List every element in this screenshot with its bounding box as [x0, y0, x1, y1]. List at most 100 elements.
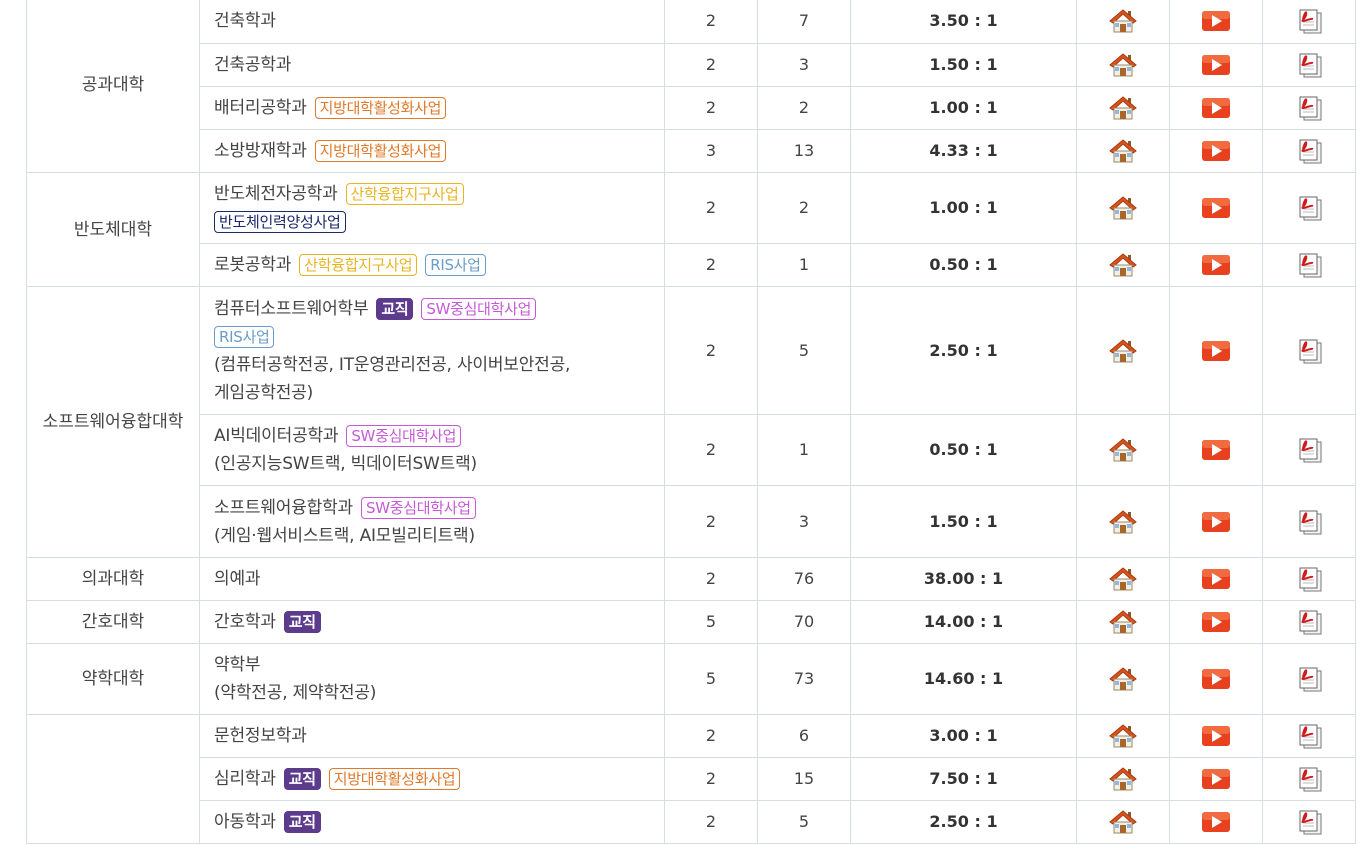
home-icon[interactable]: [1109, 8, 1137, 32]
video-link[interactable]: [1169, 414, 1263, 486]
home-link[interactable]: [1076, 86, 1170, 130]
pdf-link[interactable]: [1262, 172, 1356, 244]
home-link[interactable]: [1076, 485, 1170, 558]
home-icon[interactable]: [1109, 139, 1137, 163]
pdf-document-icon[interactable]: [1295, 9, 1323, 33]
pdf-document-icon[interactable]: [1295, 767, 1323, 792]
video-link[interactable]: [1169, 800, 1263, 844]
home-link[interactable]: [1076, 243, 1170, 287]
home-link[interactable]: [1076, 414, 1170, 486]
play-video-icon[interactable]: [1201, 198, 1231, 218]
video-link[interactable]: [1169, 757, 1263, 801]
pdf-document-icon[interactable]: [1295, 253, 1323, 278]
home-link[interactable]: [1076, 0, 1170, 44]
home-link[interactable]: [1076, 557, 1170, 601]
pdf-link[interactable]: [1262, 86, 1356, 130]
home-link[interactable]: [1076, 129, 1170, 173]
play-video-icon[interactable]: [1201, 255, 1231, 275]
video-link[interactable]: [1169, 643, 1263, 715]
pdf-link[interactable]: [1262, 800, 1356, 844]
home-link[interactable]: [1076, 800, 1170, 844]
competition-ratio: 2.50 : 1: [850, 800, 1077, 844]
home-icon[interactable]: [1109, 767, 1137, 791]
pdf-document-icon[interactable]: [1295, 339, 1323, 363]
applicants-value: 2: [757, 86, 851, 130]
pdf-document-icon[interactable]: [1295, 438, 1323, 463]
pdf-link[interactable]: [1262, 129, 1356, 173]
pdf-document-icon[interactable]: [1295, 139, 1323, 164]
video-link[interactable]: [1169, 557, 1263, 601]
pdf-document-icon[interactable]: [1295, 724, 1323, 749]
pdf-document-icon[interactable]: [1295, 196, 1323, 221]
home-link[interactable]: [1076, 172, 1170, 244]
play-video-icon[interactable]: [1201, 10, 1231, 31]
pdf-link[interactable]: [1262, 643, 1356, 715]
video-link[interactable]: [1169, 243, 1263, 287]
home-link[interactable]: [1076, 286, 1170, 415]
pdf-document-icon[interactable]: [1295, 96, 1323, 121]
pdf-link[interactable]: [1262, 600, 1356, 644]
home-link[interactable]: [1076, 600, 1170, 644]
play-video-icon[interactable]: [1201, 769, 1231, 789]
pdf-link[interactable]: [1262, 0, 1356, 44]
pdf-document-icon[interactable]: [1295, 667, 1323, 692]
video-link[interactable]: [1169, 0, 1263, 44]
video-link[interactable]: [1169, 86, 1263, 130]
video-link[interactable]: [1169, 600, 1263, 644]
home-link[interactable]: [1076, 643, 1170, 715]
pdf-link[interactable]: [1262, 557, 1356, 601]
program-badge: 산학융합지구사업: [345, 183, 464, 205]
play-video-icon[interactable]: [1201, 669, 1231, 689]
home-link[interactable]: [1076, 714, 1170, 758]
competition-ratio: 2.50 : 1: [850, 286, 1077, 415]
play-video-icon[interactable]: [1201, 340, 1231, 361]
department-name: AI빅데이터공학과: [214, 426, 339, 446]
video-link[interactable]: [1169, 485, 1263, 558]
play-video-icon[interactable]: [1201, 569, 1231, 589]
home-icon[interactable]: [1109, 438, 1137, 462]
pdf-link[interactable]: [1262, 414, 1356, 486]
play-video-icon[interactable]: [1201, 141, 1231, 161]
program-badge: 교직: [376, 297, 414, 320]
home-icon[interactable]: [1109, 610, 1137, 634]
video-link[interactable]: [1169, 43, 1263, 87]
pdf-link[interactable]: [1262, 43, 1356, 87]
home-icon[interactable]: [1109, 53, 1137, 77]
home-link[interactable]: [1076, 43, 1170, 87]
play-video-icon[interactable]: [1201, 726, 1231, 746]
pdf-link[interactable]: [1262, 243, 1356, 287]
home-icon[interactable]: [1109, 724, 1137, 748]
pdf-document-icon[interactable]: [1295, 510, 1323, 534]
play-video-icon[interactable]: [1201, 440, 1231, 460]
pdf-link[interactable]: [1262, 757, 1356, 801]
home-icon[interactable]: [1109, 667, 1137, 691]
department-name: 소프트웨어융합학과: [214, 497, 353, 518]
video-link[interactable]: [1169, 286, 1263, 415]
play-video-icon[interactable]: [1201, 812, 1231, 832]
department-cell: 문헌정보학과: [199, 714, 665, 758]
pdf-link[interactable]: [1262, 714, 1356, 758]
play-video-icon[interactable]: [1201, 612, 1231, 632]
pdf-document-icon[interactable]: [1295, 53, 1323, 78]
home-icon[interactable]: [1109, 810, 1137, 834]
home-icon[interactable]: [1109, 567, 1137, 591]
pdf-document-icon[interactable]: [1295, 810, 1323, 835]
video-link[interactable]: [1169, 714, 1263, 758]
quota-value: 2: [664, 414, 758, 486]
home-icon[interactable]: [1109, 253, 1137, 277]
pdf-link[interactable]: [1262, 286, 1356, 415]
home-link[interactable]: [1076, 757, 1170, 801]
play-video-icon[interactable]: [1201, 511, 1231, 532]
play-video-icon[interactable]: [1201, 98, 1231, 118]
pdf-document-icon[interactable]: [1295, 610, 1323, 635]
pdf-document-icon[interactable]: [1295, 567, 1323, 592]
play-video-icon[interactable]: [1201, 55, 1231, 75]
table-row: 아동학과 교직 2 5 2.50 : 1: [27, 800, 1356, 844]
video-link[interactable]: [1169, 129, 1263, 173]
home-icon[interactable]: [1109, 338, 1137, 362]
home-icon[interactable]: [1109, 196, 1137, 220]
video-link[interactable]: [1169, 172, 1263, 244]
home-icon[interactable]: [1109, 96, 1137, 120]
pdf-link[interactable]: [1262, 485, 1356, 558]
home-icon[interactable]: [1109, 509, 1137, 533]
